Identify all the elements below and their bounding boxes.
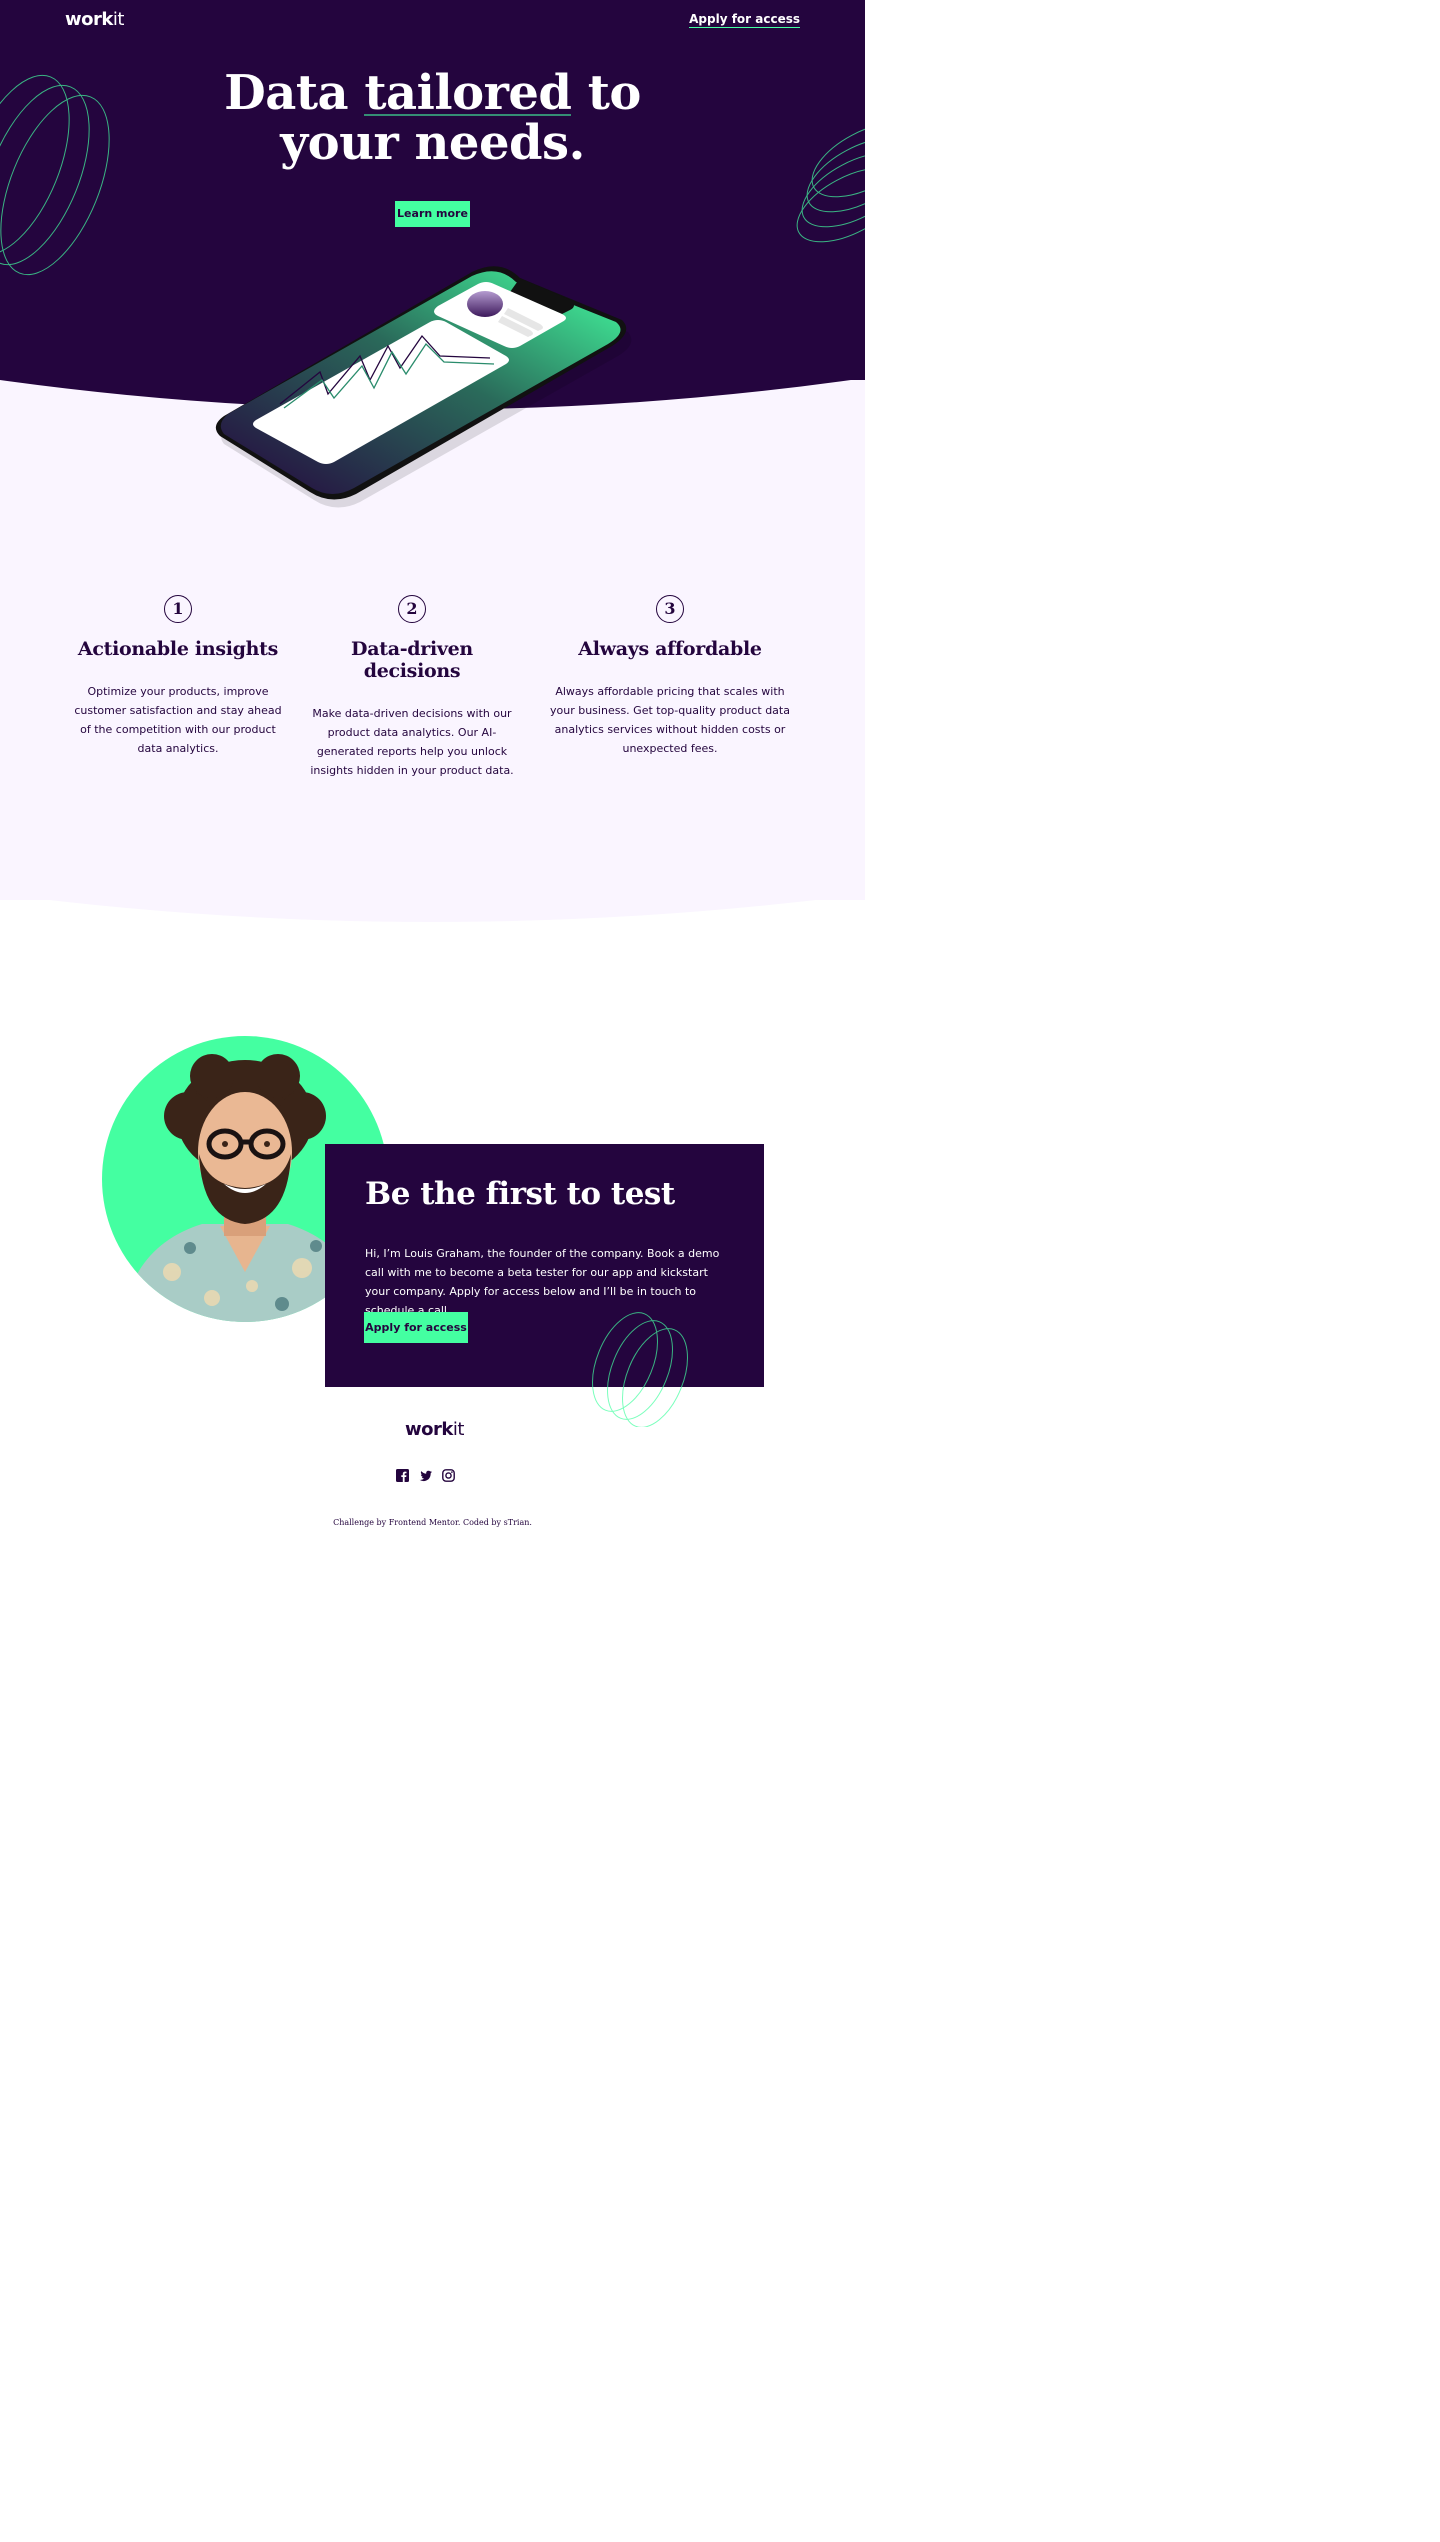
hero-title-highlight: tailored bbox=[364, 65, 572, 121]
feature-text-2: Make data-driven decisions with our prod… bbox=[310, 707, 514, 777]
feature-title-2: Data-driven decisions bbox=[351, 638, 473, 682]
feature-title-1: Actionable insights bbox=[77, 638, 279, 660]
feature-number-2: 2 bbox=[398, 595, 426, 623]
attribution-prefix: Challenge by bbox=[333, 1518, 387, 1527]
feature-card-1: 1 Actionable insights Optimize your prod… bbox=[73, 595, 283, 758]
feature-text-3: Always affordable pricing that scales wi… bbox=[550, 685, 790, 755]
logo-light: it bbox=[112, 9, 125, 30]
feature-number-1: 1 bbox=[164, 595, 192, 623]
decorative-rings-beta bbox=[592, 1312, 688, 1427]
feature-card-2: 2 Data-driven decisions Make data-driven… bbox=[307, 595, 517, 780]
feature-card-3: 3 Always affordable Always affordable pr… bbox=[549, 595, 791, 758]
hero-title-word1: Data bbox=[224, 65, 349, 121]
attribution-middle: . Coded by bbox=[457, 1518, 502, 1527]
phone-illustration bbox=[215, 266, 632, 508]
attribution: Challenge by Frontend Mentor. Coded by s… bbox=[0, 1518, 865, 1527]
hero-title: Data tailored to your needs. bbox=[0, 68, 865, 168]
footer-logo[interactable]: workit bbox=[405, 1419, 464, 1440]
facebook-icon[interactable] bbox=[396, 1469, 409, 1482]
feature-number-3: 3 bbox=[656, 595, 684, 623]
logo-bold: work bbox=[65, 9, 113, 30]
instagram-icon[interactable] bbox=[442, 1469, 455, 1482]
beta-title: Be the first to test bbox=[365, 1176, 675, 1212]
feature-title-3: Always affordable bbox=[578, 638, 762, 660]
feature-text-1: Optimize your products, improve customer… bbox=[74, 685, 282, 755]
learn-more-button[interactable]: Learn more bbox=[395, 201, 470, 227]
author-link[interactable]: sTrian bbox=[504, 1518, 530, 1527]
site-logo[interactable]: workit bbox=[65, 9, 124, 30]
attribution-suffix: . bbox=[529, 1518, 532, 1527]
apply-for-access-button[interactable]: Apply for access bbox=[364, 1312, 468, 1343]
page: workit Apply for access Data tailored to… bbox=[0, 0, 865, 2542]
social-links bbox=[396, 1469, 455, 1482]
features-bottom-curve bbox=[0, 880, 865, 922]
twitter-icon[interactable] bbox=[419, 1469, 432, 1482]
hero-title-word3: to bbox=[587, 65, 642, 121]
footer-logo-light: it bbox=[452, 1419, 465, 1440]
hero-title-line2: your needs. bbox=[280, 115, 585, 171]
beta-text: Hi, I’m Louis Graham, the founder of the… bbox=[365, 1247, 720, 1317]
footer-logo-bold: work bbox=[405, 1419, 453, 1440]
apply-for-access-link[interactable]: Apply for access bbox=[689, 12, 800, 28]
frontend-mentor-link[interactable]: Frontend Mentor bbox=[389, 1518, 458, 1527]
